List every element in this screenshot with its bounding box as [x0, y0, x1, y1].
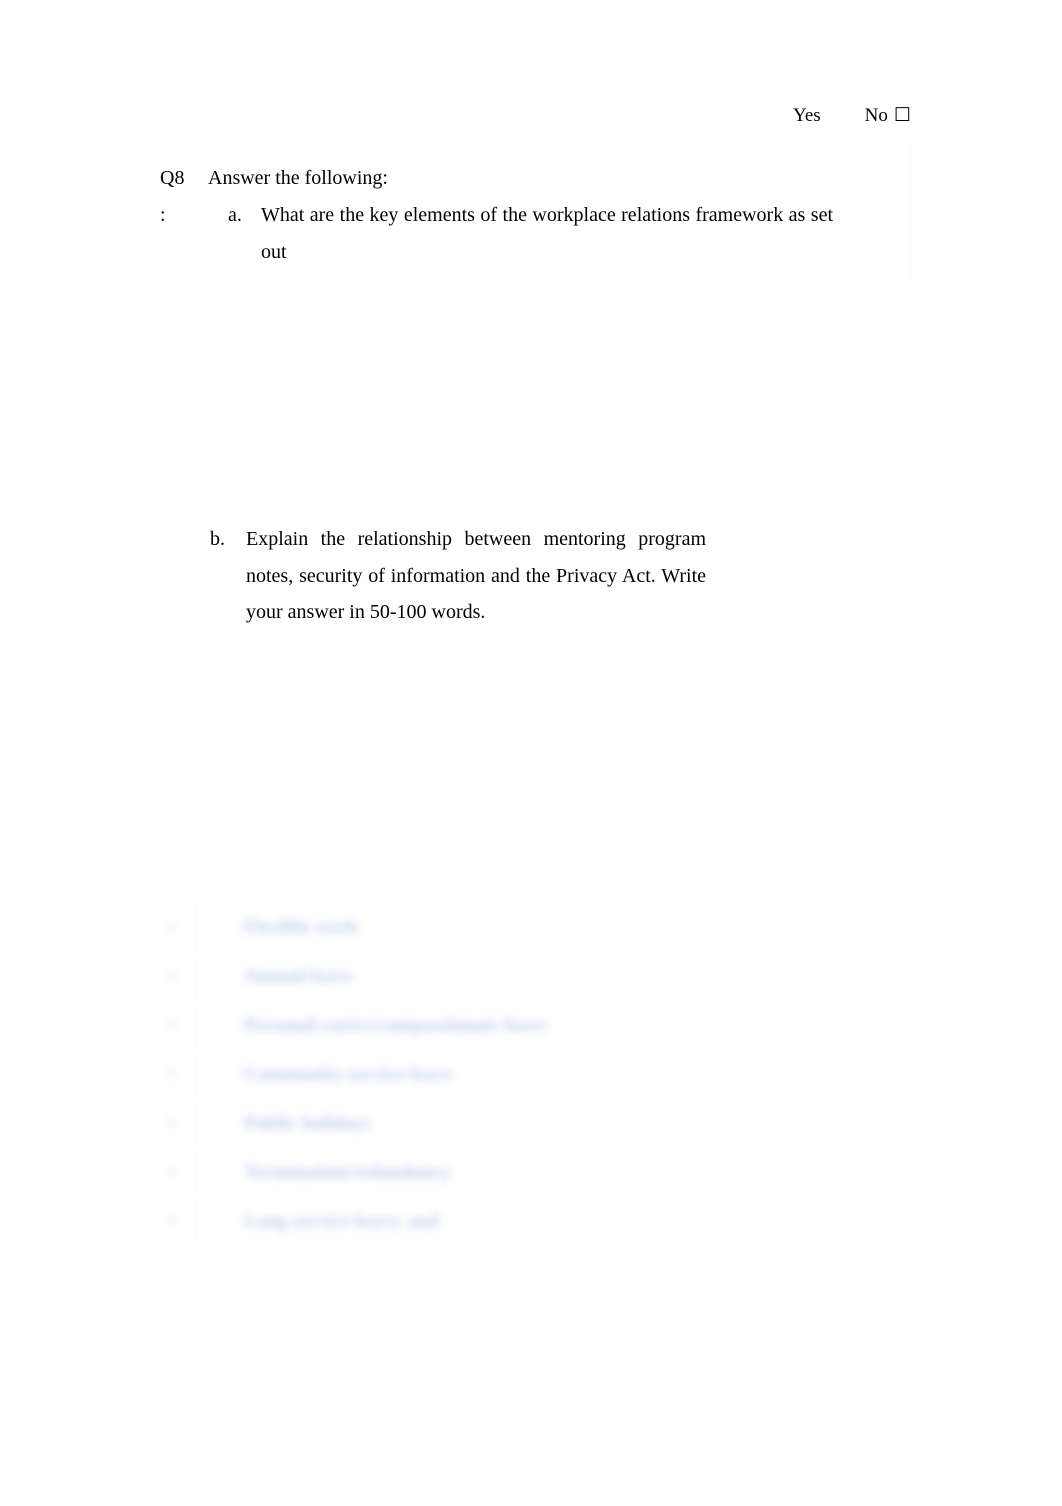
redacted-text-cell: Community service leave — [195, 1050, 911, 1100]
document-page: Q8 : Answer the following: a. What are t… — [0, 0, 1062, 1506]
redacted-text: Long service leave; and — [244, 1211, 440, 1232]
redacted-text-cell: Flexible work — [195, 903, 911, 953]
table-row: • Community service leave — [146, 1050, 911, 1100]
redacted-marker-cell: • — [146, 1001, 196, 1051]
redacted-list-body: • Flexible work • Annual leave • Persona… — [146, 903, 911, 1247]
no-option-label: No — [864, 105, 888, 126]
redacted-marker-cell: • — [146, 1050, 196, 1100]
redacted-bullet-icon: • — [168, 1213, 174, 1230]
redacted-text: Community service leave — [244, 1064, 453, 1085]
redacted-list-table: • Flexible work • Annual leave • Persona… — [146, 903, 911, 1247]
redacted-text-cell: Personal carers/compassionate leave — [195, 1001, 911, 1051]
question-header-row: Q8 : Answer the following: a. What are t… — [146, 105, 912, 284]
table-row: • Long service leave; and — [146, 1197, 911, 1247]
redacted-text-cell: Termination/redundancy — [195, 1148, 911, 1198]
redacted-marker-cell: • — [146, 1197, 196, 1247]
table-row: • Public holidays — [146, 1099, 911, 1149]
redacted-bullet-icon: • — [168, 1164, 174, 1181]
sub-question-a-text: What are the key elements of the workpla… — [261, 204, 833, 263]
redacted-marker-cell: • — [146, 952, 196, 1002]
no-checkbox-icon[interactable]: ☐ — [894, 105, 911, 126]
question-colon-label: : — [160, 204, 166, 226]
redacted-marker-cell: • — [146, 1148, 196, 1198]
table-row: • Termination/redundancy — [146, 1148, 911, 1198]
redacted-text: Public holidays — [244, 1113, 372, 1134]
question-intro-text: Answer the following: — [208, 167, 388, 189]
yes-no-row: Yes No ☐ — [793, 103, 911, 129]
sub-question-b-text: Explain the relationship between mentori… — [246, 528, 706, 623]
redacted-bullet-icon: • — [168, 919, 174, 936]
redacted-bullet-icon: • — [168, 1066, 174, 1083]
sub-question-list: a. What are the key elements of the work… — [206, 197, 833, 271]
redacted-bullet-icon: • — [168, 1115, 174, 1132]
redacted-bullet-icon: • — [168, 1017, 174, 1034]
question-number-cell: Q8 : — [146, 137, 206, 284]
sub-question-b-marker: b. — [210, 528, 225, 550]
redacted-text: Termination/redundancy — [244, 1162, 452, 1183]
redacted-text-cell: Annual leave — [195, 952, 911, 1002]
redacted-text: Flexible work — [244, 917, 358, 938]
redacted-text: Annual leave — [244, 966, 353, 987]
sub-question-a-marker: a. — [228, 204, 242, 226]
redacted-text-cell: Public holidays — [195, 1099, 911, 1149]
redacted-marker-cell: • — [146, 1099, 196, 1149]
question-number-label: Q8 — [160, 167, 185, 189]
redacted-bullet-icon: • — [168, 968, 174, 985]
question-table: Q8 : Answer the following: a. What are t… — [146, 105, 912, 284]
table-row: • Flexible work — [146, 903, 911, 953]
redacted-text: Personal carers/compassionate leave — [244, 1015, 547, 1036]
sub-question-a: a. What are the key elements of the work… — [206, 197, 833, 271]
table-row: • Personal carers/compassionate leave — [146, 1001, 911, 1051]
question-body-cell: Answer the following: a. What are the ke… — [205, 137, 833, 284]
yes-option-label[interactable]: Yes — [793, 105, 821, 126]
sub-question-b: b. Explain the relationship between ment… — [210, 521, 706, 631]
table-row: • Annual leave — [146, 952, 911, 1002]
redacted-text-cell: Long service leave; and — [195, 1197, 911, 1247]
redacted-marker-cell: • — [146, 903, 196, 953]
